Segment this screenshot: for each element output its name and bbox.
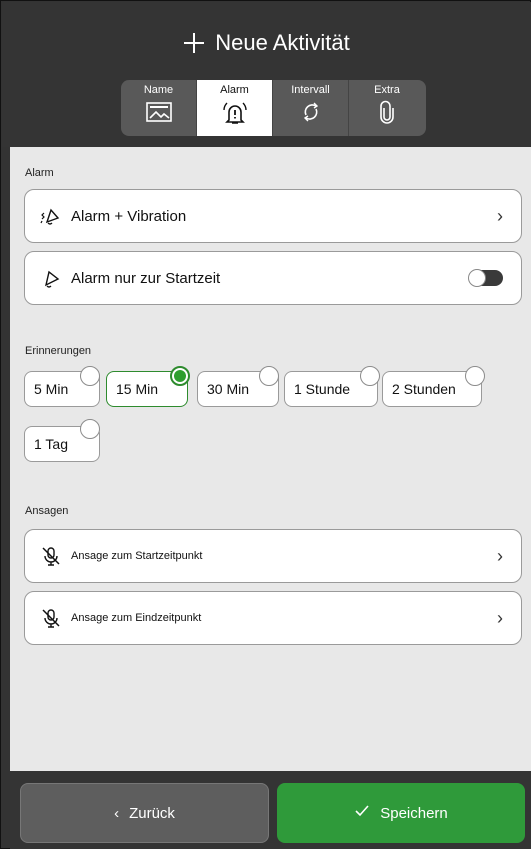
tab-alarm[interactable]: Alarm: [197, 80, 273, 136]
alarm-start-only-toggle[interactable]: [468, 269, 503, 287]
section-label-announcements: Ansagen: [25, 505, 69, 517]
bell-icon: [39, 266, 63, 290]
image-icon: [145, 100, 173, 129]
page-title-text: Neue Aktivität: [215, 30, 350, 55]
section-label-reminders: Erinnerungen: [25, 345, 92, 357]
content-area: Alarm Alarm + Vibration › Alarm nur zur …: [10, 147, 531, 771]
paperclip-icon: [373, 100, 401, 129]
alarm-start-only-label: Alarm nur zur Startzeit: [71, 269, 221, 287]
alarm-mode-label: Alarm + Vibration: [71, 207, 187, 225]
check-icon: [354, 804, 370, 822]
mic-off-icon: [39, 544, 63, 568]
tab-intervall[interactable]: Intervall: [273, 80, 349, 136]
reminder-chip-label: 30 Min: [207, 381, 250, 397]
tab-extra-label: Extra: [374, 84, 400, 96]
header: Neue Aktivität Name Alarm Intervall Extr…: [2, 2, 531, 147]
announcement-end-row[interactable]: Ansage zum Eindzeitpunkt ›: [24, 591, 522, 645]
bell-vibrate-icon: [39, 204, 63, 228]
reminder-chip-label: 15 Min: [116, 381, 159, 397]
tab-intervall-label: Intervall: [291, 84, 330, 96]
chevron-left-icon: ‹: [114, 804, 120, 822]
reminder-radio-15min[interactable]: [170, 366, 190, 386]
reminder-chip-label: 1 Stunde: [294, 381, 351, 397]
reminder-chip-label: 1 Tag: [34, 436, 68, 452]
reminder-radio-2hours[interactable]: [465, 366, 485, 386]
announcement-start-row[interactable]: Ansage zum Startzeitpunkt ›: [24, 529, 522, 583]
tab-extra[interactable]: Extra: [349, 80, 425, 136]
announcement-start-label: Ansage zum Startzeitpunkt: [71, 550, 203, 562]
footer: ‹ Zurück Speichern: [10, 771, 531, 849]
tab-alarm-label: Alarm: [220, 84, 249, 96]
save-button-label: Speichern: [380, 804, 448, 822]
toggle-knob: [468, 269, 486, 287]
tab-name-label: Name: [143, 84, 174, 96]
reminder-radio-1hour[interactable]: [360, 366, 380, 386]
plus-icon: [183, 32, 205, 54]
mic-off-icon: [39, 606, 63, 630]
announcement-end-label: Ansage zum Eindzeitpunkt: [71, 612, 202, 624]
reminder-chip-label: 2 Stunden: [392, 381, 456, 397]
bell-alert-icon: [221, 100, 249, 131]
chevron-right-icon: ›: [497, 607, 503, 628]
repeat-icon: [297, 100, 325, 129]
alarm-start-only-row: Alarm nur zur Startzeit: [24, 251, 522, 305]
tab-name[interactable]: Name: [121, 80, 197, 136]
tab-bar: Name Alarm Intervall Extra: [121, 80, 426, 136]
reminder-radio-5min[interactable]: [80, 366, 100, 386]
alarm-mode-row[interactable]: Alarm + Vibration ›: [24, 189, 522, 243]
reminder-chip-label: 5 Min: [34, 381, 69, 397]
app-frame: Neue Aktivität Name Alarm Intervall Extr…: [0, 0, 531, 849]
save-button[interactable]: Speichern: [277, 783, 525, 843]
back-button[interactable]: ‹ Zurück: [20, 783, 269, 843]
chevron-right-icon: ›: [497, 205, 503, 226]
page-title: Neue Aktivität: [2, 30, 531, 56]
chevron-right-icon: ›: [497, 545, 503, 566]
reminder-radio-30min[interactable]: [259, 366, 279, 386]
reminder-radio-1day[interactable]: [80, 419, 100, 439]
section-label-alarm: Alarm: [25, 167, 54, 179]
back-button-label: Zurück: [129, 804, 175, 822]
